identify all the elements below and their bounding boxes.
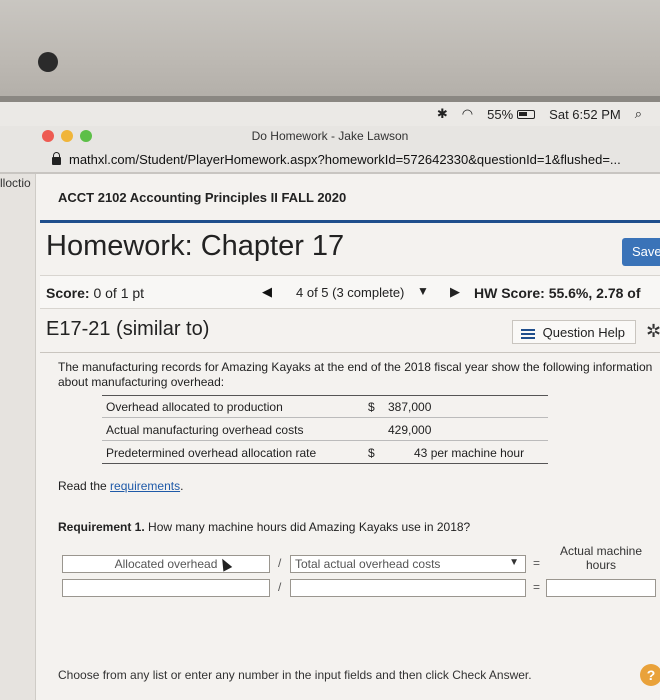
save-button[interactable]: Save	[622, 238, 660, 266]
table-row: Overhead allocated to production $ 387,0…	[102, 396, 548, 418]
question-help-button[interactable]: Question Help	[512, 320, 636, 344]
bluetooth-icon[interactable]: ✱	[437, 106, 448, 122]
chevron-down-icon[interactable]: ▼	[417, 284, 429, 298]
exercise-title: E17-21 (similar to)	[46, 318, 210, 340]
address-bar[interactable]: mathxl.com/Student/PlayerHomework.aspx?h…	[0, 146, 660, 172]
divide-operator: /	[278, 580, 282, 594]
allocated-overhead-select[interactable]: Allocated overhead	[62, 555, 270, 573]
camera-dot	[38, 52, 58, 72]
read-prefix: Read the	[58, 479, 111, 493]
homework-page: lloctio ACCT 2102 Accounting Principles …	[0, 174, 660, 700]
previous-question-icon[interactable]: ◀	[262, 284, 272, 300]
denominator-input[interactable]	[290, 579, 526, 597]
chevron-down-icon: ▼	[509, 557, 519, 568]
requirements-link[interactable]: requirements	[110, 479, 180, 493]
requirement-label: Requirement 1.	[58, 520, 145, 534]
row-value: 429,000	[388, 423, 432, 437]
score: Score: 0 of 1 pt	[46, 285, 144, 301]
read-suffix: .	[180, 479, 184, 493]
numerator-input[interactable]	[62, 579, 270, 597]
header-rule	[40, 220, 660, 223]
exercise-divider	[40, 352, 660, 353]
actual-machine-hours-header: Actual machine hours	[559, 544, 643, 572]
equals-operator: =	[533, 580, 541, 594]
search-icon[interactable]: ⌕	[635, 106, 642, 122]
read-requirements: Read the requirements.	[58, 479, 183, 493]
select-value: Total actual overhead costs	[295, 557, 441, 571]
wifi-icon[interactable]: ◠	[462, 106, 473, 122]
course-title: ACCT 2102 Accounting Principles II FALL …	[58, 190, 347, 205]
hw-score-label: HW Score:	[474, 285, 545, 301]
divide-operator: /	[278, 556, 282, 570]
score-value: 0 of 1 pt	[93, 285, 145, 301]
requirement-text: How many machine hours did Amazing Kayak…	[148, 520, 471, 534]
hw-score: HW Score: 55.6%, 2.78 of	[474, 285, 641, 301]
page-title: Homework: Chapter 17	[46, 230, 345, 262]
gear-icon[interactable]: ✲	[646, 321, 660, 342]
row-value: 387,000	[388, 400, 432, 414]
score-label: Score:	[46, 285, 90, 301]
next-question-icon[interactable]: ▶	[450, 284, 460, 300]
browser-titlebar: Do Homework - Jake Lawson	[0, 126, 660, 146]
question-progress[interactable]: 4 of 5 (3 complete)	[296, 285, 404, 300]
battery-percent: 55%	[487, 106, 514, 122]
lock-icon	[52, 152, 61, 165]
instructions-text: Choose from any list or enter any number…	[58, 668, 532, 682]
problem-intro: The manufacturing records for Amazing Ka…	[58, 360, 653, 389]
row-label: Overhead allocated to production	[106, 400, 283, 414]
window-title: Do Homework - Jake Lawson	[251, 129, 409, 143]
battery-indicator[interactable]: 55%	[487, 106, 536, 122]
table-row: Predetermined overhead allocation rate $…	[102, 442, 548, 464]
menubar-clock[interactable]: Sat 6:52 PM	[549, 107, 621, 122]
row-currency: $	[368, 400, 375, 414]
row-value: 43 per machine hour	[414, 446, 524, 460]
row-label: Predetermined overhead allocation rate	[106, 446, 317, 460]
equals-operator: =	[533, 556, 541, 570]
help-icon[interactable]: ?	[640, 664, 660, 686]
mac-menu-bar: ✱ ◠ 55% Sat 6:52 PM ⌕	[0, 102, 660, 126]
battery-icon	[517, 109, 536, 119]
side-panel-label: lloctio	[0, 176, 31, 190]
hw-score-value: 55.6%, 2.78 of	[548, 285, 641, 301]
rate-value: 43	[414, 446, 428, 460]
question-help-label: Question Help	[542, 325, 626, 340]
total-actual-overhead-select[interactable]: Total actual overhead costs ▼	[290, 555, 526, 573]
row-currency: $	[368, 446, 375, 460]
table-row: Actual manufacturing overhead costs 429,…	[102, 419, 548, 441]
score-bar: Score: 0 of 1 pt ◀ 4 of 5 (3 complete) ▼…	[40, 275, 660, 309]
side-panel[interactable]: lloctio	[0, 174, 36, 700]
select-value: Allocated overhead	[114, 557, 218, 571]
machine-hours-answer-input[interactable]	[546, 579, 656, 597]
row-label: Actual manufacturing overhead costs	[106, 423, 304, 437]
list-icon	[521, 327, 535, 341]
url-text[interactable]: mathxl.com/Student/PlayerHomework.aspx?h…	[69, 152, 621, 167]
requirement-1: Requirement 1. How many machine hours di…	[58, 520, 470, 534]
monitor-bezel	[0, 0, 660, 98]
rate-suffix: per machine hour	[430, 446, 525, 460]
